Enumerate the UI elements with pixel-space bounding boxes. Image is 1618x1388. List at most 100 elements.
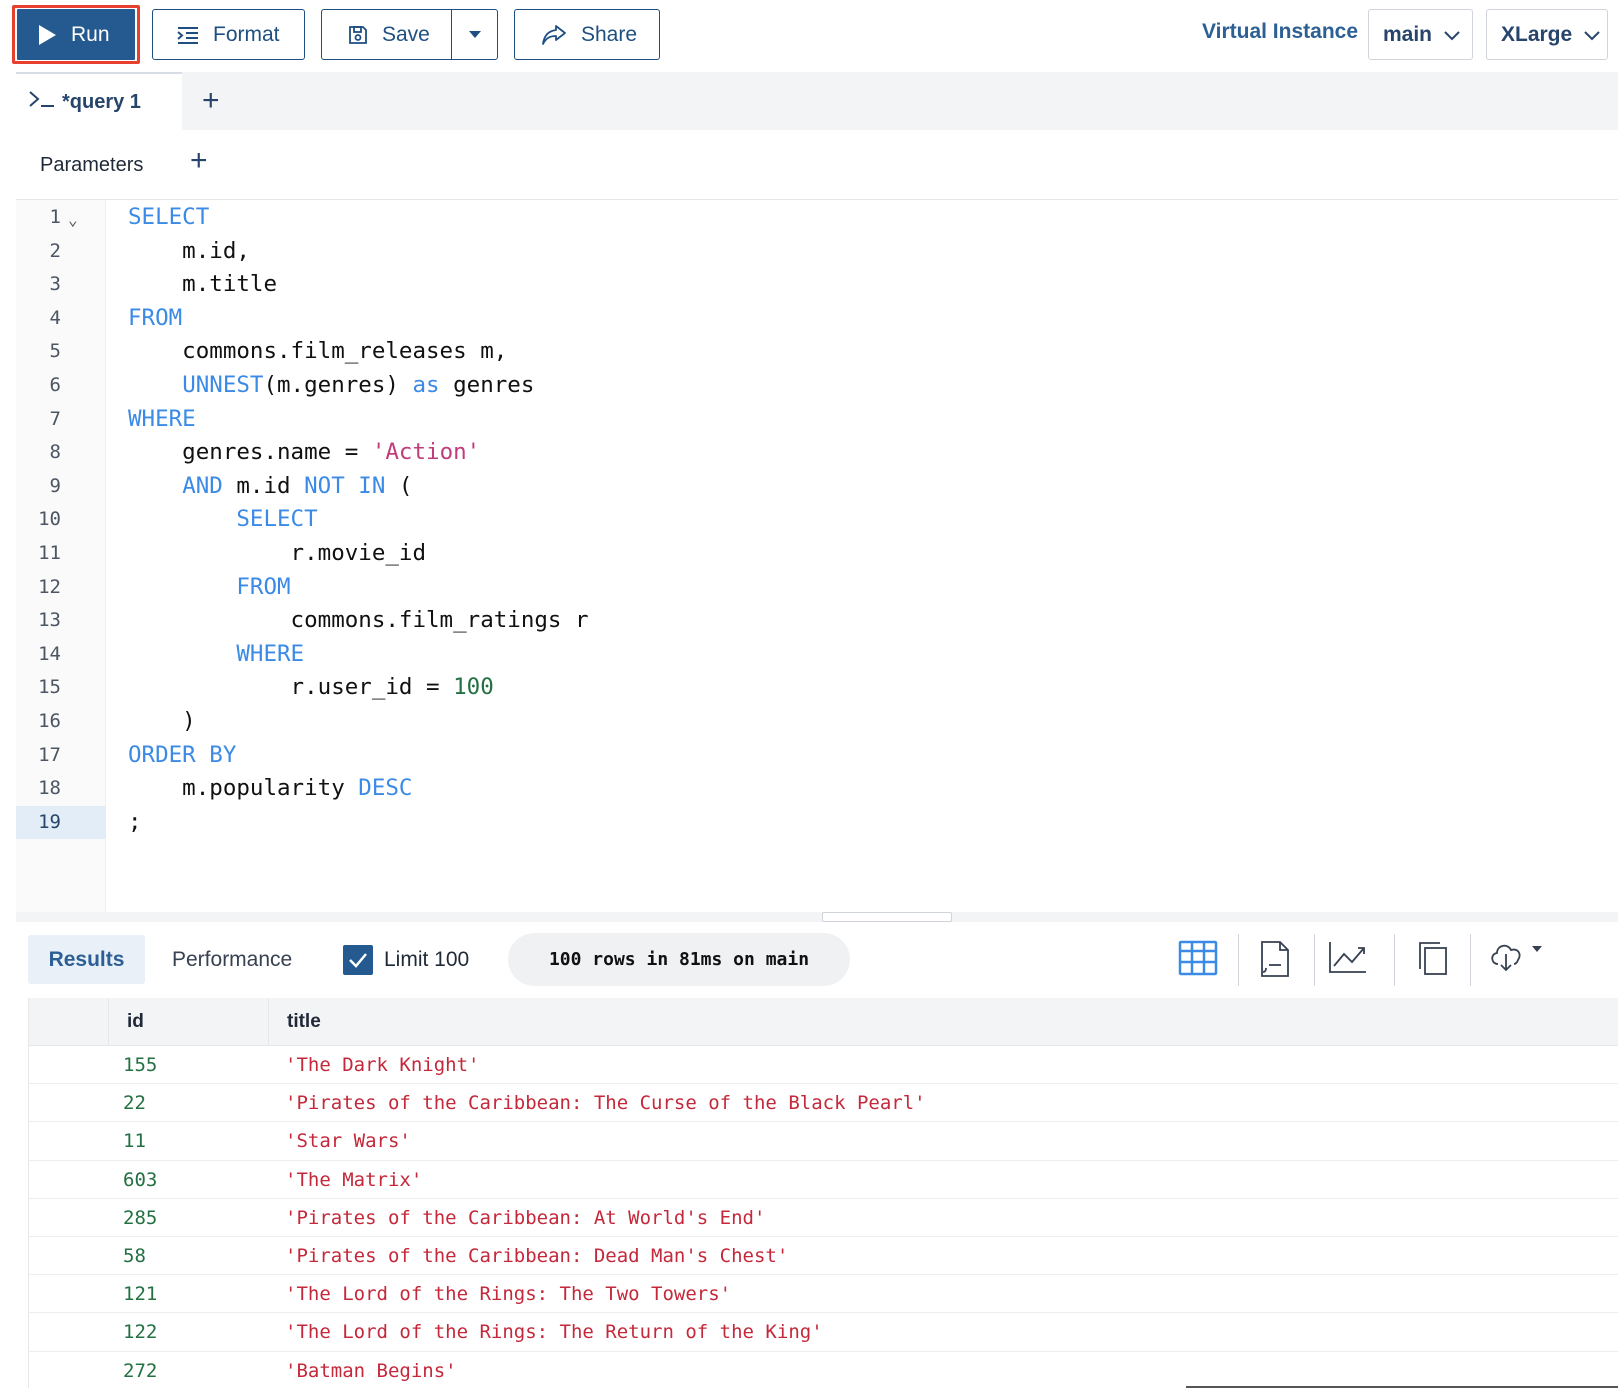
- code-line[interactable]: 14 WHERE: [16, 638, 1618, 672]
- code-line[interactable]: 3 m.title: [16, 268, 1618, 302]
- code-text: UNNEST(m.genres) as genres: [128, 369, 534, 403]
- code-line[interactable]: 18 m.popularity DESC: [16, 772, 1618, 806]
- share-button[interactable]: Share: [514, 9, 660, 60]
- sql-text: r.movie_id: [128, 540, 427, 566]
- code-line[interactable]: 16 ): [16, 705, 1618, 739]
- format-button[interactable]: Format: [152, 9, 305, 60]
- code-text: m.popularity DESC: [128, 772, 412, 806]
- line-number: 13: [38, 609, 61, 632]
- cell-title: 'Star Wars': [285, 1130, 411, 1153]
- code-line[interactable]: 2 m.id,: [16, 235, 1618, 269]
- code-text: FROM: [128, 571, 290, 605]
- table-view-icon[interactable]: [1178, 940, 1218, 976]
- tab-query-1[interactable]: *query 1: [16, 72, 182, 130]
- column-header-id[interactable]: id: [109, 998, 269, 1046]
- virtual-instance-label: Virtual Instance: [1202, 20, 1359, 43]
- code-line[interactable]: 17 ORDER BY: [16, 739, 1618, 773]
- add-parameter-button[interactable]: +: [190, 144, 208, 178]
- sql-string: 'Action': [371, 439, 481, 466]
- json-view-icon[interactable]: [1256, 940, 1292, 978]
- sql-text: commons.film_releases m,: [128, 338, 508, 365]
- pane-splitter[interactable]: [16, 912, 1618, 922]
- code-line[interactable]: 5 commons.film_releases m,: [16, 335, 1618, 369]
- copy-icon[interactable]: [1416, 940, 1448, 976]
- sql-text: m.title: [128, 271, 278, 298]
- splitter-handle[interactable]: [822, 912, 952, 922]
- cell-title: 'The Lord of the Rings: The Two Towers': [285, 1283, 732, 1306]
- sql-keyword: WHERE: [236, 640, 305, 667]
- sql-text: genres.name =: [128, 439, 372, 466]
- code-line[interactable]: 6 UNNEST(m.genres) as genres: [16, 369, 1618, 403]
- results-table: id title 155 'The Dark Knight' 22 'Pirates …: [28, 998, 1618, 1388]
- sql-editor[interactable]: 1 ⌄ SELECT 2 m.id, 3 m.title 4 FROM 5 commons.f…: [16, 200, 1618, 912]
- table-row[interactable]: 272 'Batman Begins': [29, 1352, 1618, 1388]
- code-line[interactable]: 1 ⌄ SELECT: [16, 201, 1618, 235]
- sql-text: m.id: [222, 472, 305, 499]
- download-icon[interactable]: [1488, 940, 1546, 974]
- table-row[interactable]: 121 'The Lord of the Rings: The Two Tower…: [29, 1275, 1618, 1314]
- parameters-label: Parameters: [40, 154, 144, 176]
- save-options-dropdown[interactable]: [451, 9, 498, 60]
- sql-text: (: [385, 472, 413, 499]
- code-line[interactable]: 4 FROM: [16, 302, 1618, 336]
- line-number: 11: [38, 542, 61, 564]
- table-row[interactable]: 58 'Pirates of the Caribbean: Dead Man's …: [29, 1237, 1618, 1276]
- table-row[interactable]: 155 'The Dark Knight': [29, 1046, 1618, 1085]
- instance-select[interactable]: main: [1368, 9, 1473, 60]
- line-number: 7: [49, 407, 61, 430]
- table-row[interactable]: 11 'Star Wars': [29, 1122, 1618, 1161]
- line-number: 19: [16, 805, 106, 840]
- divider: [1238, 934, 1239, 986]
- table-row[interactable]: 122 'The Lord of the Rings: The Return of…: [29, 1313, 1618, 1352]
- save-button-label: Save: [382, 22, 430, 46]
- tab-label: *query 1: [62, 90, 141, 113]
- run-button[interactable]: Run: [17, 9, 135, 60]
- tab-performance[interactable]: Performance: [172, 948, 292, 972]
- sql-keyword: IN: [358, 472, 386, 499]
- line-number: 12: [38, 575, 61, 598]
- save-button[interactable]: Save: [321, 9, 451, 60]
- cell-id: 155: [123, 1054, 158, 1076]
- cell-id: 11: [123, 1130, 146, 1153]
- table-row[interactable]: 22 'Pirates of the Caribbean: The Curse o…: [29, 1084, 1618, 1123]
- instance-size-select[interactable]: XLarge: [1486, 9, 1608, 60]
- chart-view-icon[interactable]: [1328, 940, 1368, 974]
- terminal-prompt-icon: [28, 89, 56, 115]
- toolbar: Run Format Save Share Virtual Instance m…: [0, 0, 1618, 72]
- code-line[interactable]: 12 FROM: [16, 571, 1618, 605]
- limit-checkbox[interactable]: [343, 945, 373, 975]
- code-line[interactable]: 11 r.movie_id: [16, 537, 1618, 571]
- chevron-down-icon: [1444, 23, 1460, 47]
- code-line[interactable]: 19;: [16, 805, 1618, 840]
- line-number: 4: [49, 306, 61, 329]
- code-text: ;: [128, 806, 142, 840]
- cell-title: 'The Lord of the Rings: The Return of th…: [285, 1321, 823, 1344]
- code-line[interactable]: 10 SELECT: [16, 503, 1618, 537]
- code-line[interactable]: 8 genres.name = 'Action': [16, 436, 1618, 470]
- line-number: 15: [38, 676, 61, 699]
- sql-keyword: ORDER BY: [128, 741, 237, 768]
- line-number: 1: [49, 206, 61, 228]
- code-text: ORDER BY: [128, 739, 236, 773]
- table-header: id title: [29, 998, 1618, 1046]
- code-line[interactable]: 13 commons.film_ratings r: [16, 604, 1618, 638]
- sql-text: m.id,: [128, 237, 250, 264]
- add-tab-button[interactable]: +: [202, 84, 220, 118]
- tab-results[interactable]: Results: [28, 935, 145, 984]
- table-row[interactable]: 285 'Pirates of the Caribbean: At World's…: [29, 1199, 1618, 1237]
- format-button-label: Format: [213, 22, 280, 46]
- column-header-title[interactable]: title: [269, 998, 1618, 1046]
- divider: [1314, 934, 1315, 986]
- code-line[interactable]: 15 r.user_id = 100: [16, 671, 1618, 705]
- cell-id: 603: [123, 1168, 158, 1191]
- share-arrow-icon: [541, 24, 567, 46]
- cell-id: 121: [123, 1283, 158, 1306]
- code-line[interactable]: 7 WHERE: [16, 403, 1618, 437]
- sql-keyword: NOT: [304, 472, 345, 499]
- fold-chevron-icon[interactable]: ⌄: [68, 203, 78, 237]
- code-line[interactable]: 9 AND m.id NOT IN (: [16, 470, 1618, 504]
- table-row[interactable]: 603 'The Matrix': [29, 1161, 1618, 1199]
